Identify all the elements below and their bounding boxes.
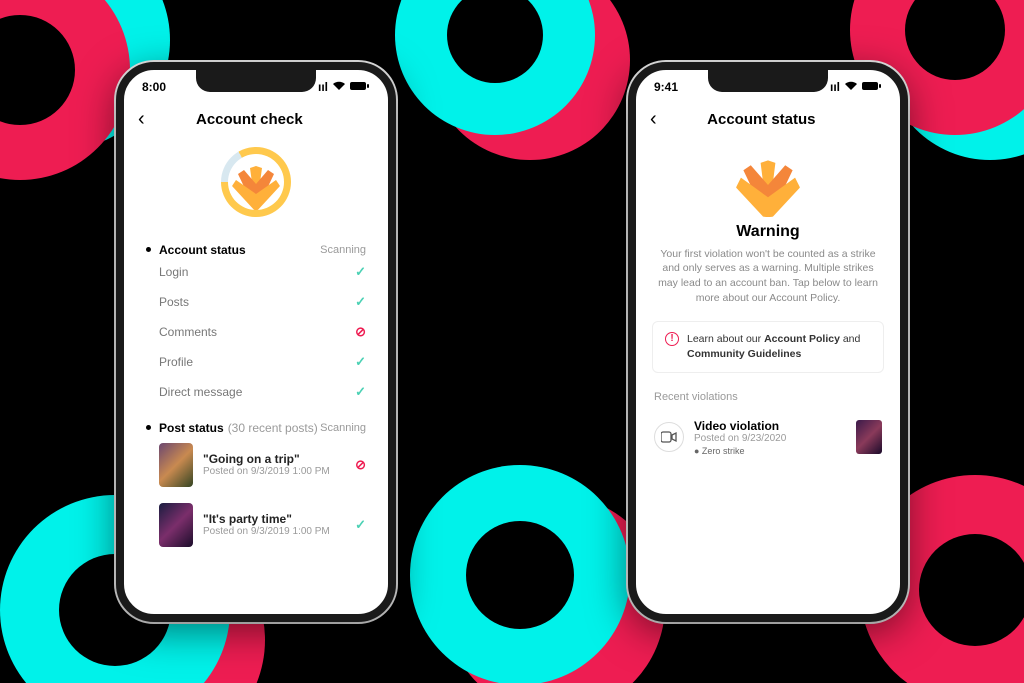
violation-row[interactable]: Video violation Posted on 9/23/2020 ● Ze… [636, 409, 900, 466]
check-row-profile[interactable]: Profile ✓ [146, 347, 366, 377]
phone-notch [708, 70, 828, 92]
shell-icon [736, 153, 800, 217]
progress-badge [221, 147, 291, 217]
section-title: Account status [159, 243, 246, 257]
check-label: Profile [159, 355, 193, 369]
violation-thumbnail [856, 420, 882, 454]
post-title: "Going on a trip" [203, 452, 345, 466]
check-ok-icon: ✓ [355, 517, 366, 533]
phone-notch [196, 70, 316, 92]
status-time: 9:41 [654, 80, 678, 94]
battery-icon [862, 80, 882, 94]
check-label: Login [159, 265, 188, 279]
check-row-dm[interactable]: Direct message ✓ [146, 377, 366, 407]
page-header: ‹ Account check [124, 98, 388, 137]
violation-badge: ● Zero strike [694, 446, 846, 456]
recent-violations-label: Recent violations [636, 385, 900, 409]
page-title: Account check [145, 111, 354, 128]
check-ok-icon: ✓ [355, 384, 366, 400]
signal-icon: ııl [830, 80, 840, 94]
warning-title: Warning [636, 223, 900, 241]
scanning-label: Scanning [320, 244, 366, 256]
violation-meta: Posted on 9/23/2020 [694, 433, 846, 444]
bullet-icon [146, 247, 151, 252]
account-policy-link[interactable]: Account Policy [764, 333, 840, 345]
check-ok-icon: ✓ [355, 354, 366, 370]
video-icon [654, 422, 684, 452]
check-row-posts[interactable]: Posts ✓ [146, 287, 366, 317]
post-row[interactable]: "Going on a trip" Posted on 9/3/2019 1:0… [146, 435, 366, 495]
warning-body: Your first violation won't be counted as… [636, 241, 900, 318]
back-button[interactable]: ‹ [650, 108, 657, 131]
check-label: Direct message [159, 385, 242, 399]
violation-title: Video violation [694, 419, 846, 433]
signal-icon: ııl [318, 80, 328, 94]
scanning-label: Scanning [320, 422, 366, 434]
policy-info-text: Learn about our Account Policy and Commu… [687, 332, 871, 361]
status-icons: ııl [318, 80, 370, 94]
alert-icon: ⊘ [355, 457, 366, 473]
post-meta: Posted on 9/3/2019 1:00 PM [203, 466, 345, 477]
post-meta: Posted on 9/3/2019 1:00 PM [203, 526, 345, 537]
shell-icon [230, 158, 282, 210]
back-button[interactable]: ‹ [138, 108, 145, 131]
policy-info-box[interactable]: ! Learn about our Account Policy and Com… [652, 321, 884, 372]
check-label: Posts [159, 295, 189, 309]
community-guidelines-link[interactable]: Community Guidelines [687, 348, 801, 360]
battery-icon [350, 80, 370, 94]
bullet-icon [146, 425, 151, 430]
status-icons: ııl [830, 80, 882, 94]
post-thumbnail [159, 443, 193, 487]
page-header: ‹ Account status [636, 98, 900, 137]
warning-badge [733, 147, 803, 217]
check-ok-icon: ✓ [355, 294, 366, 310]
post-title: "It's party time" [203, 512, 345, 526]
check-row-login[interactable]: Login ✓ [146, 257, 366, 287]
wifi-icon [844, 80, 858, 94]
post-thumbnail [159, 503, 193, 547]
check-label: Comments [159, 325, 217, 339]
phone-account-check: 8:00 ııl ‹ Account check [116, 62, 396, 622]
status-time: 8:00 [142, 80, 166, 94]
check-ok-icon: ✓ [355, 264, 366, 280]
check-row-comments[interactable]: Comments ⊘ [146, 317, 366, 347]
account-status-section: Account status Scanning Login ✓ Posts ✓ Co… [124, 223, 388, 561]
wifi-icon [332, 80, 346, 94]
phone-account-status: 9:41 ııl ‹ Account status [628, 62, 908, 622]
page-title: Account status [657, 111, 866, 128]
section-title: Post status [159, 421, 224, 435]
section-subtitle: (30 recent posts) [228, 421, 318, 435]
alert-icon: ⊘ [355, 324, 366, 340]
info-alert-icon: ! [665, 332, 679, 346]
post-row[interactable]: "It's party time" Posted on 9/3/2019 1:0… [146, 495, 366, 555]
